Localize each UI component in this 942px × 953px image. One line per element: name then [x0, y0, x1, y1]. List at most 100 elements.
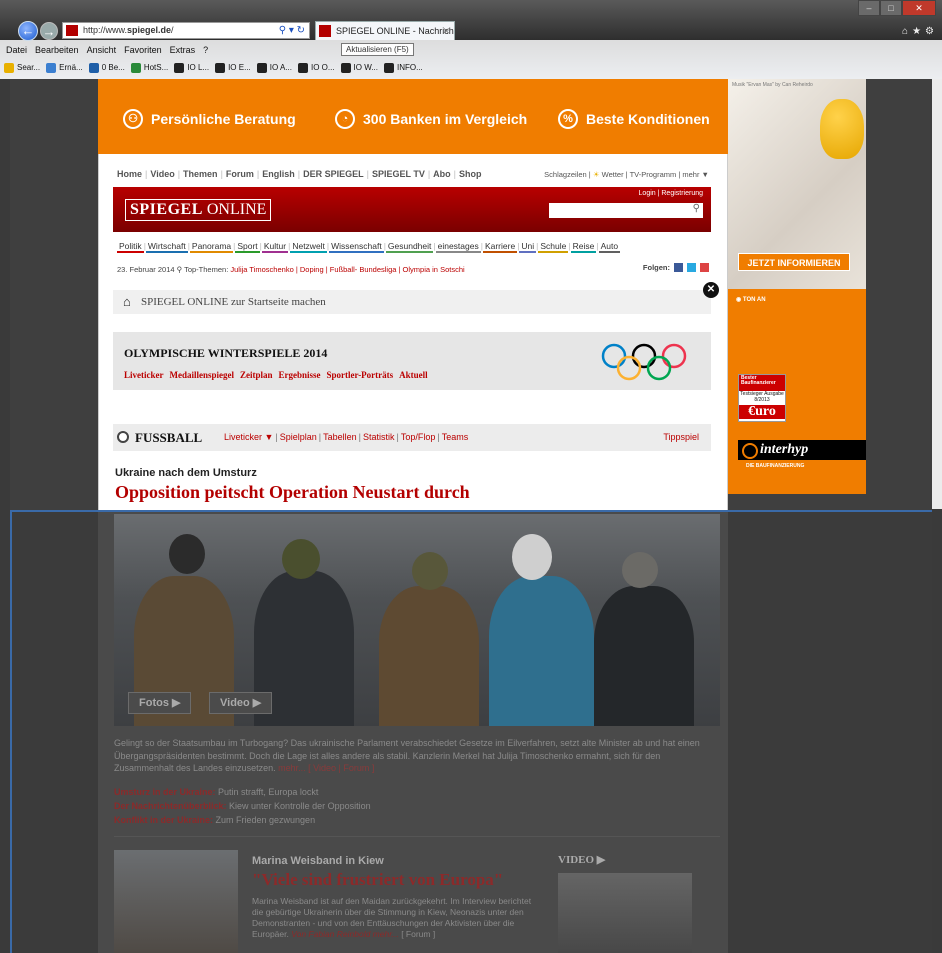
fussball-link[interactable]: Top/Flop	[401, 432, 436, 442]
sound-toggle[interactable]: ◉ TON AN	[736, 296, 766, 303]
article-headline[interactable]: Opposition peitscht Operation Neustart d…	[115, 482, 470, 503]
favorite-item[interactable]: Sear...	[4, 58, 40, 78]
related-link[interactable]: Konflikt in der Ukraine: Zum Frieden gez…	[114, 815, 315, 825]
topnav-item[interactable]: Abo	[433, 169, 451, 179]
category-item[interactable]: Kultur	[261, 241, 289, 253]
tab-close-icon[interactable]: ✕	[442, 22, 450, 40]
site-search-input[interactable]: ⚲	[549, 203, 703, 218]
video-thumbnail[interactable]	[558, 873, 692, 953]
browser-tab[interactable]: SPIEGEL ONLINE - Nachrich... ✕	[315, 21, 455, 40]
topnav-item[interactable]: Video	[150, 169, 174, 179]
video-section-label[interactable]: VIDEO ▶	[558, 853, 605, 866]
tippspiel-link[interactable]: Tippspiel	[663, 432, 699, 442]
olympics-link[interactable]: Aktuell	[399, 370, 428, 380]
minimize-button[interactable]: –	[858, 0, 880, 16]
fotos-button[interactable]: Fotos ▶	[128, 692, 192, 714]
home-icon[interactable]: ⌂	[902, 26, 912, 37]
menu-item[interactable]: Bearbeiten	[35, 42, 79, 58]
top-themen-links[interactable]: Julija Timoschenko | Doping | Fußball- B…	[230, 265, 464, 274]
olympics-link[interactable]: Sportler-Porträts	[327, 370, 394, 380]
fussball-link[interactable]: Teams	[442, 432, 469, 442]
mehr-link[interactable]: mehr ▼	[682, 170, 709, 179]
topnav-item[interactable]: Forum	[226, 169, 254, 179]
spiegel-logo[interactable]: SPIEGEL ONLINE	[125, 199, 272, 221]
schlagzeilen-link[interactable]: Schlagzeilen	[544, 170, 587, 179]
teaser-byline[interactable]: Von Fabian Reinbold mehr...	[291, 929, 399, 939]
favorite-item[interactable]: IO L...	[174, 58, 209, 78]
category-item[interactable]: Schule	[538, 241, 569, 253]
menu-item[interactable]: Datei	[6, 42, 27, 58]
topnav-item[interactable]: SPIEGEL TV	[372, 169, 425, 179]
twitter-icon[interactable]	[687, 263, 696, 272]
topnav-item[interactable]: Shop	[459, 169, 482, 179]
google-plus-icon[interactable]	[700, 263, 709, 272]
login-links[interactable]: Login | Registrierung	[639, 190, 703, 197]
skyscraper-ad[interactable]: Musik "Ervan Mas" by Can Reheirdo JETZT …	[728, 79, 866, 494]
olympics-link[interactable]: Liveticker	[124, 370, 164, 380]
wetter-link[interactable]: Wetter	[602, 170, 624, 179]
topnav-item[interactable]: Home	[117, 169, 142, 179]
teaser-kicker[interactable]: Marina Weisband in Kiew	[252, 855, 384, 867]
fussball-link[interactable]: Spielplan	[280, 432, 317, 442]
tv-link[interactable]: TV-Programm	[630, 170, 677, 179]
maximize-button[interactable]: □	[880, 0, 902, 16]
category-item[interactable]: Karriere	[482, 241, 518, 253]
close-window-button[interactable]: ✕	[902, 0, 936, 16]
favorite-item[interactable]: IO O...	[297, 58, 335, 78]
favorite-item[interactable]: INFO...	[384, 58, 423, 78]
category-item[interactable]: Reise	[570, 241, 597, 253]
favorite-item[interactable]: Ernä...	[46, 58, 83, 78]
teaser-thumbnail[interactable]	[114, 850, 238, 953]
fussball-link[interactable]: Tabellen	[323, 432, 357, 442]
teaser-headline[interactable]: "Viele sind frustriert von Europa"	[252, 870, 503, 890]
category-item[interactable]: Politik	[117, 241, 144, 253]
favorite-item[interactable]: IO W...	[340, 58, 378, 78]
favorite-item[interactable]: IO E...	[215, 58, 251, 78]
menu-item[interactable]: Extras	[170, 42, 196, 58]
category-item[interactable]: Auto	[598, 241, 621, 253]
category-item[interactable]: Panorama	[189, 241, 234, 253]
back-button[interactable]: ←	[18, 21, 38, 41]
video-button[interactable]: Video ▶	[209, 692, 273, 714]
category-item[interactable]: Sport	[235, 241, 260, 253]
article-kicker[interactable]: Ukraine nach dem Umsturz	[115, 467, 257, 479]
gear-icon[interactable]: ⚙	[925, 26, 938, 37]
category-item[interactable]: Gesundheit	[385, 241, 434, 253]
olympics-link[interactable]: Zeitplan	[240, 370, 273, 380]
topnav-item[interactable]: English	[262, 169, 295, 179]
top-banner-ad[interactable]: ⚇ Persönliche Beratung ◔ 300 Banken im Ver…	[98, 79, 728, 154]
vertical-scrollbar[interactable]	[932, 79, 942, 509]
lead-more-link[interactable]: mehr... [ Video | Forum ]	[278, 763, 374, 773]
fussball-link[interactable]: Liveticker ▼	[224, 432, 273, 442]
category-item[interactable]: Netzwelt	[290, 241, 327, 253]
article-photo[interactable]	[114, 514, 720, 726]
fussball-title[interactable]: FUSSBALL	[135, 430, 202, 446]
fussball-link[interactable]: Statistik	[363, 432, 395, 442]
olympics-teaser[interactable]: OLYMPISCHE WINTERSPIELE 2014 Liveticker M…	[113, 332, 711, 390]
search-icon[interactable]: ⚲	[693, 203, 700, 214]
category-item[interactable]: einestages	[435, 241, 481, 253]
olympics-link[interactable]: Ergebnisse	[279, 370, 321, 380]
favorite-item[interactable]: 0 Be...	[88, 58, 125, 78]
category-item[interactable]: Wirtschaft	[145, 241, 188, 253]
menu-item[interactable]: Favoriten	[124, 42, 162, 58]
star-icon[interactable]: ★	[912, 26, 925, 37]
favorite-item[interactable]: IO A...	[256, 58, 292, 78]
olympics-link[interactable]: Medaillenspiegel	[170, 370, 235, 380]
forward-button[interactable]: →	[40, 22, 58, 40]
category-item[interactable]: Uni	[519, 241, 537, 253]
menu-item[interactable]: ?	[203, 42, 208, 58]
related-link[interactable]: Umsturz in der Ukraine: Putin strafft, E…	[114, 787, 318, 797]
facebook-icon[interactable]	[674, 263, 683, 272]
topnav-item[interactable]: Themen	[183, 169, 218, 179]
category-item[interactable]: Wissenschaft	[329, 241, 384, 253]
address-bar[interactable]: http://www.spiegel.de/ ⚲ ▾ ↻	[62, 22, 310, 39]
favorite-item[interactable]: HotS...	[130, 58, 168, 78]
search-refresh-icons[interactable]: ⚲ ▾ ↻	[279, 23, 305, 38]
topnav-item[interactable]: DER SPIEGEL	[303, 169, 364, 179]
related-link[interactable]: Der Nachrichtenüberblick: Kiew unter Kon…	[114, 801, 371, 811]
close-icon[interactable]: ✕	[703, 282, 719, 298]
teaser-forum[interactable]: [ Forum ]	[401, 929, 435, 939]
startpage-bar[interactable]: ⌂ SPIEGEL ONLINE zur Startseite machen ✕	[113, 282, 719, 314]
menu-item[interactable]: Ansicht	[87, 42, 117, 58]
